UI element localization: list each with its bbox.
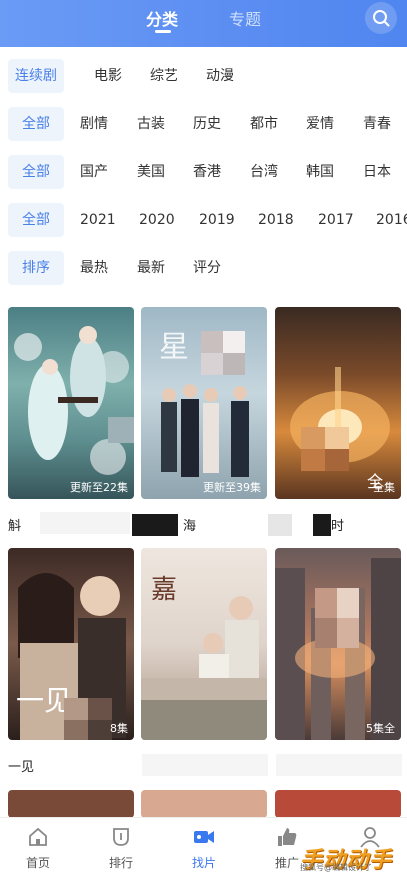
filter-option[interactable]: 美国: [137, 155, 165, 189]
filter-row-genre: 全部 剧情 古装 历史 都市 爱情 青春: [0, 107, 407, 143]
filter-option[interactable]: 2020: [139, 203, 175, 237]
sort-option[interactable]: 评分: [193, 251, 221, 285]
poster-title[interactable]: 斛: [8, 515, 21, 534]
filter-row-year: 全部 2021 2020 2019 2018 2017 2016: [0, 203, 407, 239]
top-header: 分类 专题: [0, 0, 407, 47]
filter-option[interactable]: 2021: [80, 203, 116, 237]
filter-option[interactable]: 国产: [80, 155, 108, 189]
filter-option[interactable]: 历史: [193, 107, 221, 141]
poster-title[interactable]: 时: [331, 515, 344, 534]
poster-card[interactable]: 星 更新至39集: [141, 307, 267, 499]
poster-card[interactable]: 嘉: [141, 548, 267, 740]
filter-option[interactable]: 综艺: [150, 59, 178, 93]
filter-option[interactable]: 2018: [258, 203, 294, 237]
home-icon: [29, 827, 47, 846]
filter-option[interactable]: 青春: [363, 107, 391, 141]
filter-option[interactable]: 2017: [318, 203, 354, 237]
filter-option[interactable]: 韩国: [306, 155, 334, 189]
redacted-title: [313, 514, 331, 536]
filter-option[interactable]: 2016: [376, 203, 407, 237]
redacted-title: [276, 754, 402, 776]
poster-title[interactable]: 一见: [8, 756, 34, 775]
poster-title[interactable]: 海: [183, 515, 196, 534]
redacted-title: [132, 514, 178, 536]
tab-category[interactable]: 分类: [146, 6, 178, 30]
poster-card[interactable]: 全 全集: [275, 307, 401, 499]
svg-text:嘉: 嘉: [151, 575, 177, 605]
poster-card[interactable]: 5集全: [275, 548, 401, 740]
nav-ranking[interactable]: 排行: [86, 818, 156, 874]
sort-option[interactable]: 最新: [137, 251, 165, 285]
poster-card[interactable]: [141, 790, 267, 818]
filter-option[interactable]: 都市: [250, 107, 278, 141]
thumb-up-icon: [278, 828, 297, 846]
poster-artwork: [14, 326, 129, 475]
video-camera-icon: [194, 831, 214, 843]
watermark-caption: 搜狐号@编辑设计了: [300, 863, 372, 872]
poster-title-art: 星: [159, 330, 189, 365]
filter-option[interactable]: 2019: [199, 203, 235, 237]
filter-option[interactable]: 台湾: [250, 155, 278, 189]
search-icon: [373, 10, 390, 27]
episode-badge: 8集: [110, 722, 128, 735]
filter-option[interactable]: 古装: [137, 107, 165, 141]
poster-card[interactable]: [8, 790, 134, 818]
filter-chip-region[interactable]: 全部: [8, 155, 64, 189]
filter-row-region: 全部 国产 美国 香港 台湾 韩国 日本: [0, 155, 407, 191]
filter-option[interactable]: 爱情: [306, 107, 334, 141]
poster-card[interactable]: 更新至22集: [8, 307, 134, 499]
episode-badge: 5集全: [366, 722, 395, 735]
poster-card[interactable]: [275, 790, 401, 818]
filter-option[interactable]: 剧情: [80, 107, 108, 141]
nav-home[interactable]: 首页: [3, 818, 73, 874]
episode-badge: 更新至39集: [203, 481, 261, 494]
filter-chip-type[interactable]: 连续剧: [8, 59, 64, 93]
search-button[interactable]: [365, 2, 397, 34]
episode-badge: 更新至22集: [70, 481, 128, 494]
tab-topic[interactable]: 专题: [229, 6, 261, 30]
filter-option[interactable]: 电影: [94, 59, 122, 93]
filter-row-type: 连续剧 电影 综艺 动漫: [0, 59, 407, 95]
filter-chip-genre[interactable]: 全部: [8, 107, 64, 141]
filter-chip-year[interactable]: 全部: [8, 203, 64, 237]
filter-row-sort: 排序 最热 最新 评分: [0, 251, 407, 287]
active-tab-indicator: [155, 30, 171, 33]
nav-find-movie[interactable]: 找片: [169, 818, 239, 874]
filter-option[interactable]: 香港: [193, 155, 221, 189]
filter-chip-sort[interactable]: 排序: [8, 251, 64, 285]
redacted-title: [268, 514, 292, 536]
sort-option[interactable]: 最热: [80, 251, 108, 285]
filter-option[interactable]: 动漫: [206, 59, 234, 93]
redacted-title: [40, 512, 130, 534]
episode-badge: 全集: [373, 481, 395, 494]
redacted-title: [142, 754, 268, 776]
filter-option[interactable]: 日本: [363, 155, 391, 189]
ranking-icon: [113, 828, 129, 846]
poster-card[interactable]: 一见 8集: [8, 548, 134, 740]
